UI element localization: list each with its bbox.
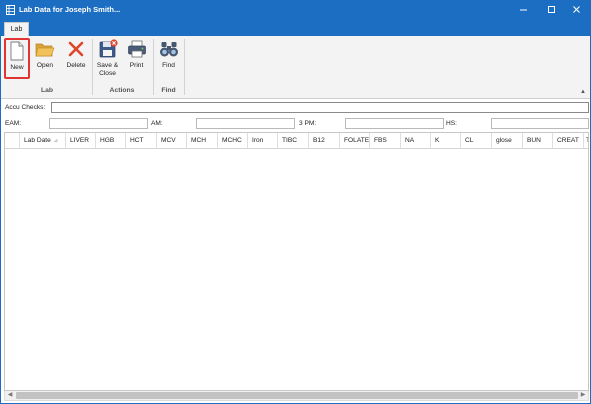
column-header[interactable]: glose <box>492 133 523 149</box>
ribbon-tab-strip: Lab <box>1 19 590 36</box>
pm3-label: 3 PM: <box>299 120 317 127</box>
printer-icon <box>127 40 146 58</box>
title-bar: Lab Data for Joseph Smith... <box>1 1 590 19</box>
delete-x-icon <box>68 41 84 57</box>
save-close-button-label: Save & Close <box>96 62 119 77</box>
minimize-icon <box>520 9 527 11</box>
column-header[interactable]: K <box>431 133 461 149</box>
collapse-ribbon-caret-icon[interactable]: ▲ <box>580 89 586 95</box>
column-header[interactable]: TIBC <box>278 133 309 149</box>
column-header[interactable]: MCH <box>187 133 218 149</box>
minimize-button[interactable] <box>511 1 537 19</box>
accu-checks-label: Accu Checks: <box>5 104 46 111</box>
eam-label: EAM: <box>5 120 22 127</box>
scroll-left-arrow-icon[interactable]: ◀ <box>5 391 15 400</box>
column-header-label: Lab Date <box>24 137 51 144</box>
new-document-icon <box>10 41 24 61</box>
am-input[interactable] <box>196 118 295 129</box>
binoculars-icon <box>159 42 178 57</box>
maximize-button[interactable] <box>539 1 565 19</box>
open-button-label: Open <box>36 62 54 69</box>
column-header[interactable]: Iron <box>248 133 278 149</box>
app-grid-icon <box>6 5 15 15</box>
column-header[interactable]: B12 <box>309 133 340 149</box>
grid-header: Lab Date ⊿ LIVER HGB HCT MCV MCH MCHC Iro… <box>5 133 588 149</box>
lab-data-window: Lab Data for Joseph Smith... Lab New Ope… <box>0 0 591 404</box>
column-header[interactable]: T <box>584 133 588 149</box>
column-header[interactable]: MCHC <box>218 133 248 149</box>
new-button-label: New <box>10 64 24 71</box>
print-button-label: Print <box>129 62 144 69</box>
folder-open-icon <box>35 43 55 57</box>
tab-lab[interactable]: Lab <box>4 22 29 36</box>
group-separator <box>184 39 185 95</box>
delete-button-label: Delete <box>66 62 86 69</box>
window-title: Lab Data for Joseph Smith... <box>19 5 121 14</box>
scroll-right-arrow-icon[interactable]: ▶ <box>578 391 588 400</box>
save-close-icon <box>99 39 118 58</box>
column-header[interactable]: LIVER <box>66 133 96 149</box>
find-button[interactable]: Find <box>155 38 182 79</box>
column-header-lab-date[interactable]: Lab Date ⊿ <box>20 133 66 149</box>
accu-checks-input[interactable] <box>51 102 589 113</box>
pm3-input[interactable] <box>345 118 444 129</box>
hs-input[interactable] <box>491 118 589 129</box>
group-label-actions: Actions <box>109 87 135 94</box>
maximize-icon <box>548 6 555 13</box>
new-button[interactable]: New <box>4 38 30 79</box>
horizontal-scrollbar[interactable]: ◀ ▶ <box>4 391 589 401</box>
lab-data-grid[interactable]: Lab Date ⊿ LIVER HGB HCT MCV MCH MCHC Iro… <box>4 132 589 391</box>
column-header[interactable]: CREAT <box>553 133 584 149</box>
save-close-button[interactable]: Save & Close <box>94 38 121 79</box>
am-label: AM: <box>151 120 163 127</box>
hs-label: HS: <box>446 120 457 127</box>
column-header[interactable]: FBS <box>370 133 401 149</box>
group-label-find: Find <box>161 87 176 94</box>
find-button-label: Find <box>162 62 175 69</box>
group-label-lab: Lab <box>40 87 54 94</box>
print-button[interactable]: Print <box>123 38 150 79</box>
column-header[interactable]: MCV <box>157 133 187 149</box>
column-header[interactable]: BUN <box>523 133 553 149</box>
sort-filter-icon[interactable]: ⊿ <box>54 138 58 144</box>
open-button[interactable]: Open <box>32 38 58 79</box>
ribbon: New Open Delete Lab Save & Close Print A… <box>1 36 590 99</box>
eam-input[interactable] <box>49 118 148 129</box>
delete-button[interactable]: Delete <box>62 38 90 79</box>
column-header[interactable]: HCT <box>126 133 157 149</box>
close-icon <box>573 6 580 13</box>
column-header[interactable]: NA <box>401 133 431 149</box>
column-header[interactable]: FOLATE <box>340 133 370 149</box>
column-header[interactable]: HGB <box>96 133 126 149</box>
scrollbar-thumb[interactable] <box>16 392 578 399</box>
close-window-button[interactable] <box>564 1 590 19</box>
column-header[interactable]: CL <box>461 133 492 149</box>
row-indicator-header <box>5 133 20 149</box>
